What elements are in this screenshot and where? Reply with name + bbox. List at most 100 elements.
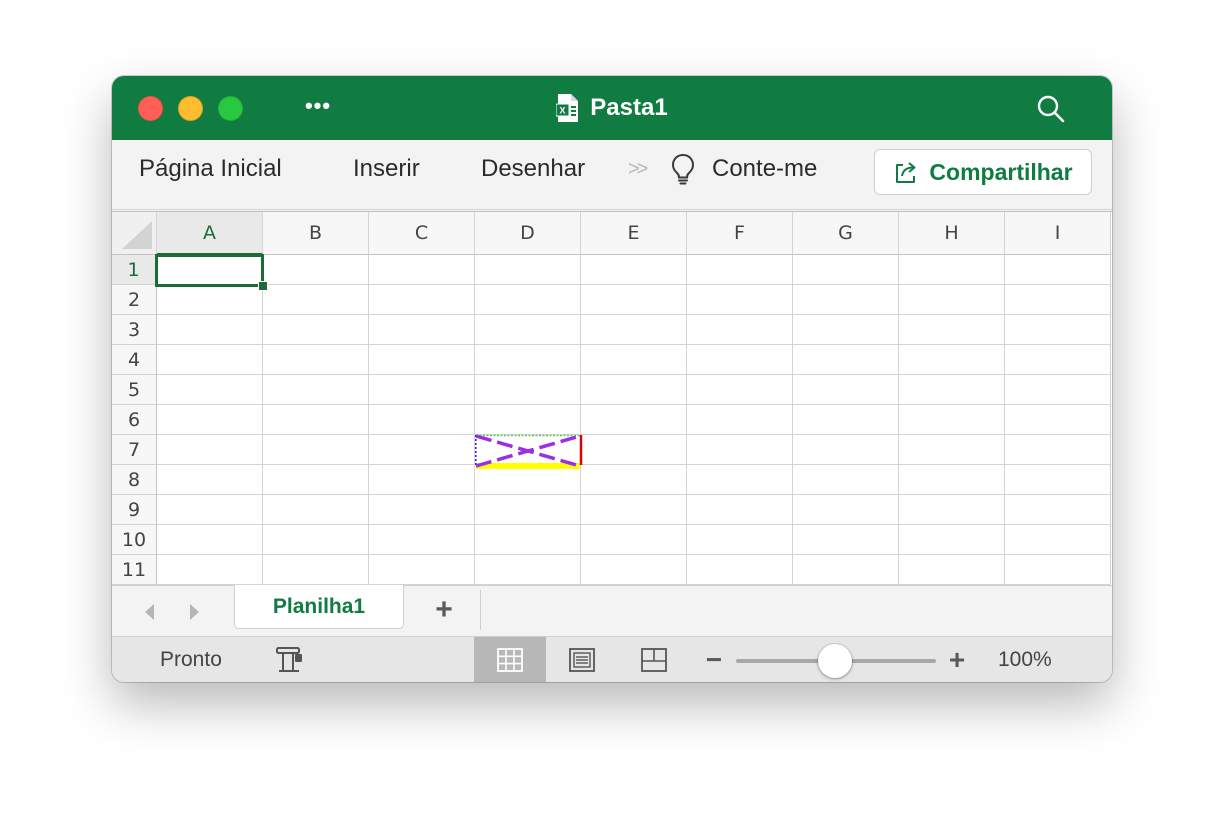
- cell-i2[interactable]: [1005, 285, 1111, 315]
- tab-insert[interactable]: Inserir: [353, 154, 420, 184]
- cell-f9[interactable]: [687, 495, 793, 525]
- cell-h5[interactable]: [899, 375, 1005, 405]
- cell-d11[interactable]: [475, 555, 581, 585]
- cell-e1[interactable]: [581, 255, 687, 285]
- chevron-double-right-icon[interactable]: >>: [628, 154, 648, 184]
- lightbulb-icon[interactable]: [670, 152, 696, 186]
- cell-h1[interactable]: [899, 255, 1005, 285]
- cell-b2[interactable]: [263, 285, 369, 315]
- cell-b6[interactable]: [263, 405, 369, 435]
- column-header-b[interactable]: B: [263, 212, 369, 255]
- cell-h3[interactable]: [899, 315, 1005, 345]
- cell-e4[interactable]: [581, 345, 687, 375]
- cell-d9[interactable]: [475, 495, 581, 525]
- column-header-h[interactable]: H: [899, 212, 1005, 255]
- column-header-g[interactable]: G: [793, 212, 899, 255]
- row-header-2[interactable]: 2: [112, 285, 157, 315]
- cell-h9[interactable]: [899, 495, 1005, 525]
- select-all-corner[interactable]: [112, 212, 157, 255]
- column-header-i[interactable]: I: [1005, 212, 1111, 255]
- cell-a4[interactable]: [157, 345, 263, 375]
- cell-c2[interactable]: [369, 285, 475, 315]
- cell-a9[interactable]: [157, 495, 263, 525]
- cell-a2[interactable]: [157, 285, 263, 315]
- cell-g4[interactable]: [793, 345, 899, 375]
- cell-a6[interactable]: [157, 405, 263, 435]
- cell-e7[interactable]: [581, 435, 687, 465]
- row-header-8[interactable]: 8: [112, 465, 157, 495]
- row-header-7[interactable]: 7: [112, 435, 157, 465]
- cell-i3[interactable]: [1005, 315, 1111, 345]
- cell-e9[interactable]: [581, 495, 687, 525]
- scroll-sheets-right-icon[interactable]: [184, 602, 204, 622]
- row-header-4[interactable]: 4: [112, 345, 157, 375]
- share-button[interactable]: Compartilhar: [874, 149, 1092, 195]
- zoom-in-button[interactable]: +: [946, 645, 968, 675]
- cell-i1[interactable]: [1005, 255, 1111, 285]
- cell-i11[interactable]: [1005, 555, 1111, 585]
- cell-b4[interactable]: [263, 345, 369, 375]
- cell-g5[interactable]: [793, 375, 899, 405]
- cell-g9[interactable]: [793, 495, 899, 525]
- cell-i10[interactable]: [1005, 525, 1111, 555]
- cell-e3[interactable]: [581, 315, 687, 345]
- row-header-1[interactable]: 1: [112, 255, 157, 285]
- cell-b1[interactable]: [263, 255, 369, 285]
- cell-h11[interactable]: [899, 555, 1005, 585]
- page-layout-view-button[interactable]: [546, 637, 618, 682]
- row-header-5[interactable]: 5: [112, 375, 157, 405]
- tab-home[interactable]: Página Inicial: [139, 154, 282, 184]
- tab-tell-me[interactable]: Conte-me: [712, 154, 817, 184]
- cell-i8[interactable]: [1005, 465, 1111, 495]
- cell-c3[interactable]: [369, 315, 475, 345]
- row-header-3[interactable]: 3: [112, 315, 157, 345]
- column-header-f[interactable]: F: [687, 212, 793, 255]
- cell-b8[interactable]: [263, 465, 369, 495]
- row-header-9[interactable]: 9: [112, 495, 157, 525]
- cell-i9[interactable]: [1005, 495, 1111, 525]
- cell-h7[interactable]: [899, 435, 1005, 465]
- cell-e5[interactable]: [581, 375, 687, 405]
- cell-f4[interactable]: [687, 345, 793, 375]
- cell-c4[interactable]: [369, 345, 475, 375]
- cell-a10[interactable]: [157, 525, 263, 555]
- cell-e6[interactable]: [581, 405, 687, 435]
- fill-handle[interactable]: [258, 281, 268, 291]
- cell-h8[interactable]: [899, 465, 1005, 495]
- cell-f3[interactable]: [687, 315, 793, 345]
- cell-d4[interactable]: [475, 345, 581, 375]
- cell-h4[interactable]: [899, 345, 1005, 375]
- bordered-cell-d7[interactable]: [475, 434, 584, 471]
- cell-h6[interactable]: [899, 405, 1005, 435]
- cell-a8[interactable]: [157, 465, 263, 495]
- cell-b5[interactable]: [263, 375, 369, 405]
- active-cell-a1[interactable]: [155, 254, 264, 287]
- cell-i7[interactable]: [1005, 435, 1111, 465]
- zoom-slider-thumb[interactable]: [818, 644, 852, 678]
- cell-a3[interactable]: [157, 315, 263, 345]
- cell-f1[interactable]: [687, 255, 793, 285]
- cell-h2[interactable]: [899, 285, 1005, 315]
- page-break-view-button[interactable]: [618, 637, 690, 682]
- cell-c9[interactable]: [369, 495, 475, 525]
- cell-d5[interactable]: [475, 375, 581, 405]
- cell-d2[interactable]: [475, 285, 581, 315]
- normal-view-button[interactable]: [474, 637, 546, 682]
- cell-e8[interactable]: [581, 465, 687, 495]
- row-header-10[interactable]: 10: [112, 525, 157, 555]
- column-header-d[interactable]: D: [475, 212, 581, 255]
- cell-c7[interactable]: [369, 435, 475, 465]
- cell-c1[interactable]: [369, 255, 475, 285]
- cell-a7[interactable]: [157, 435, 263, 465]
- zoom-out-button[interactable]: −: [704, 645, 724, 675]
- cell-f10[interactable]: [687, 525, 793, 555]
- cell-f11[interactable]: [687, 555, 793, 585]
- macro-recording-icon[interactable]: [274, 645, 306, 675]
- column-header-e[interactable]: E: [581, 212, 687, 255]
- row-header-11[interactable]: 11: [112, 555, 157, 585]
- cell-g2[interactable]: [793, 285, 899, 315]
- cell-g7[interactable]: [793, 435, 899, 465]
- column-header-a[interactable]: A: [157, 212, 263, 255]
- cell-b10[interactable]: [263, 525, 369, 555]
- sheet-tab-planilha1[interactable]: Planilha1: [234, 585, 404, 629]
